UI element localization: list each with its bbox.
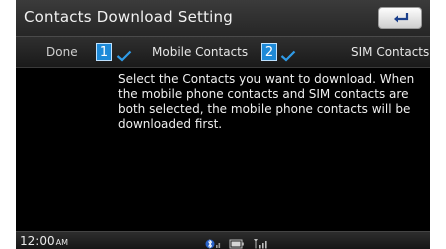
screen: Contacts Download Setting Done 1 Mobile …	[16, 0, 430, 249]
return-arrow-icon	[394, 13, 409, 23]
sim-contacts-checkbox[interactable]	[280, 47, 296, 66]
callout-badge-1: 1	[96, 43, 112, 61]
back-button[interactable]	[378, 7, 422, 29]
clock-ampm: AM	[55, 238, 68, 247]
signal-icon	[253, 235, 269, 249]
content-area: Select the Contacts you want to download…	[16, 68, 430, 228]
callout-badge-2: 2	[261, 43, 277, 61]
clock: 12:00AM	[20, 234, 68, 248]
sim-contacts-option[interactable]: SIM Contacts	[351, 45, 429, 59]
bluetooth-icon	[205, 235, 223, 249]
battery-icon	[229, 235, 245, 249]
status-bar: 12:00AM	[16, 231, 430, 249]
page-title: Contacts Download Setting	[24, 8, 233, 26]
title-bar: Contacts Download Setting	[16, 0, 430, 37]
mobile-contacts-checkbox[interactable]	[116, 47, 132, 66]
checkmark-icon	[116, 50, 132, 62]
options-bar: Done 1 Mobile Contacts 2 SIM Contacts	[16, 37, 430, 68]
checkmark-icon	[280, 50, 296, 62]
mobile-contacts-option[interactable]: Mobile Contacts	[152, 45, 248, 59]
done-button[interactable]: Done	[46, 45, 78, 59]
clock-time: 12:00	[20, 234, 55, 248]
instruction-message: Select the Contacts you want to download…	[118, 72, 415, 131]
